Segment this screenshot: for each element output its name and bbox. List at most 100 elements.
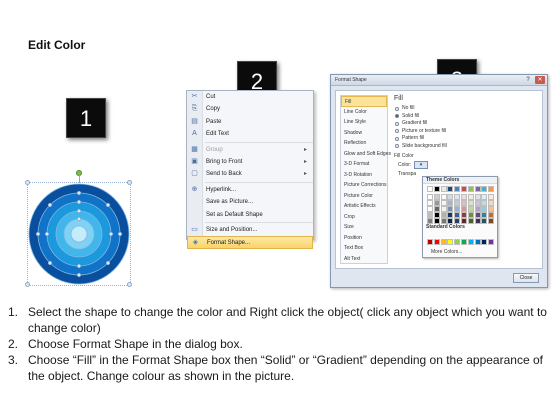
color-label: Color:	[398, 162, 412, 168]
close-button[interactable]: Close	[513, 273, 539, 283]
menu-item-label: Format Shape...	[207, 240, 251, 247]
theme-color-swatch[interactable]	[474, 218, 481, 224]
theme-color-swatch[interactable]	[481, 186, 488, 192]
menu-item-send-to-back[interactable]: ▢ Send to Back ▸	[187, 168, 313, 180]
menu-item-cut[interactable]: ✂ Cut	[187, 91, 313, 103]
concentric-circle-shape[interactable]	[24, 170, 132, 288]
radio-label: Slide background fill	[402, 142, 447, 149]
standard-color-swatch[interactable]	[474, 239, 481, 245]
standard-color-swatch[interactable]	[454, 239, 461, 245]
scissors-icon: ✂	[191, 93, 198, 100]
category-position[interactable]: Position	[341, 233, 387, 244]
radio-picture-or-texture-fill[interactable]: Picture or texture fill	[394, 128, 538, 136]
category-size[interactable]: Size	[341, 222, 387, 233]
submenu-arrow-icon: ▸	[303, 171, 307, 178]
theme-color-swatch[interactable]	[481, 218, 488, 224]
radio-slide-background-fill[interactable]: Slide background fill	[394, 143, 538, 151]
category-picture-color[interactable]: Picture Color	[341, 191, 387, 202]
dialog-title: Format Shape	[335, 77, 367, 83]
menu-item-paste[interactable]: ▤ Paste	[187, 116, 313, 128]
dialog-titlebar: Format Shape ? ✕	[331, 75, 547, 86]
menu-item-label: Send to Back	[206, 171, 242, 178]
theme-color-swatch[interactable]	[488, 186, 495, 192]
resize-handle-tr[interactable]	[127, 180, 132, 185]
menu-item-copy[interactable]: ⎘ Copy	[187, 103, 313, 115]
theme-color-swatch[interactable]	[467, 186, 474, 192]
menu-item-label: Copy	[206, 106, 221, 113]
menu-separator	[205, 141, 313, 143]
menu-item-label: Paste	[206, 118, 222, 125]
instruction-number: 2.	[8, 337, 19, 351]
menu-item-format-shape[interactable]: ◈ Format Shape...	[187, 236, 313, 249]
menu-item-size-and-position[interactable]: ▭ Size and Position...	[187, 224, 313, 236]
menu-item-edit-text[interactable]: A Edit Text	[187, 128, 313, 140]
standard-color-swatch[interactable]	[481, 239, 488, 245]
theme-color-swatch[interactable]	[447, 186, 454, 192]
theme-colors-title: Theme Colors	[423, 177, 497, 184]
instructions-list: 1. Select the shape to change the color a…	[8, 304, 553, 384]
theme-color-swatch[interactable]	[433, 186, 440, 192]
submenu-arrow-icon: ▸	[303, 146, 307, 153]
resize-handle-bl[interactable]	[25, 282, 30, 287]
theme-color-swatch[interactable]	[440, 186, 447, 192]
category-crop[interactable]: Crop	[341, 212, 387, 223]
group-icon: ▦	[191, 145, 198, 153]
menu-item-label: Cut	[206, 94, 216, 100]
category-fill[interactable]: Fill	[341, 96, 387, 107]
standard-color-swatch[interactable]	[488, 239, 495, 245]
theme-color-swatch[interactable]	[467, 218, 474, 224]
menu-item-label: Edit Text	[206, 131, 229, 138]
menu-item-hyperlink[interactable]: ⊕ Hyperlink...	[187, 184, 313, 196]
instruction-item: 2. Choose Format Shape in the dialog box.	[8, 336, 553, 352]
category-picture-corrections[interactable]: Picture Corrections	[341, 180, 387, 191]
color-picker-button[interactable]: ▾	[414, 161, 428, 169]
category-glow-and-soft-edges[interactable]: Glow and Soft Edges	[341, 149, 391, 160]
theme-color-swatch[interactable]	[427, 186, 433, 192]
radio-button-icon	[395, 106, 399, 111]
instruction-item: 3. Choose “Fill” in the Format Shape box …	[8, 352, 553, 384]
theme-color-swatch[interactable]	[488, 218, 495, 224]
edit-text-icon: A	[192, 130, 197, 138]
transparency-label: Transpa	[398, 171, 417, 177]
radio-pattern-fill[interactable]: Pattern fill	[394, 135, 538, 143]
more-colors-link[interactable]: More Colors...	[431, 249, 462, 255]
radio-solid-fill[interactable]: Solid fill	[394, 113, 538, 121]
resize-handle-tl[interactable]	[25, 180, 30, 185]
theme-color-swatch[interactable]	[454, 186, 461, 192]
standard-color-swatch[interactable]	[467, 239, 474, 245]
category-shadow[interactable]: Shadow	[341, 128, 387, 139]
category-3-d-rotation[interactable]: 3-D Rotation	[341, 170, 387, 181]
category-text-box[interactable]: Text Box	[341, 243, 387, 254]
color-row: Color: ▾	[394, 160, 538, 170]
help-button[interactable]: ?	[523, 76, 533, 84]
menu-item-label: Size and Position...	[206, 226, 258, 233]
menu-item-save-as-picture[interactable]: Save as Picture...	[187, 196, 313, 208]
standard-color-swatch[interactable]	[447, 239, 454, 245]
menu-separator	[205, 181, 313, 183]
theme-color-swatch[interactable]	[461, 186, 467, 192]
category-alt-text[interactable]: Alt Text	[341, 254, 387, 265]
category-artistic-effects[interactable]: Artistic Effects	[341, 201, 387, 212]
close-icon[interactable]: ✕	[535, 76, 545, 84]
instruction-text: Choose Format Shape in the dialog box.	[28, 337, 243, 351]
menu-item-bring-to-front[interactable]: ▣ Bring to Front ▸	[187, 156, 313, 168]
standard-color-swatch[interactable]	[427, 239, 433, 245]
standard-color-swatch[interactable]	[433, 239, 440, 245]
radio-no-fill[interactable]: No fill	[394, 105, 538, 113]
category-reflection[interactable]: Reflection	[341, 138, 387, 149]
menu-item-set-as-default-shape[interactable]: Set as Default Shape	[187, 209, 313, 221]
category-line-color[interactable]: Line Color	[341, 107, 387, 118]
radio-gradient-fill[interactable]: Gradient fill	[394, 120, 538, 128]
category-line-style[interactable]: Line Style	[341, 117, 387, 128]
theme-color-swatch[interactable]	[474, 186, 481, 192]
radio-button-icon	[395, 144, 399, 148]
category-3-d-format[interactable]: 3-D Format	[341, 159, 387, 170]
step-badge-1: 1	[66, 98, 106, 138]
resize-handle-br[interactable]	[127, 282, 132, 287]
radio-button-icon	[395, 136, 399, 141]
standard-color-swatch[interactable]	[461, 239, 467, 245]
standard-color-swatch[interactable]	[440, 239, 447, 245]
fill-color-label: Fill Color	[394, 153, 414, 159]
format-shape-icon: ◈	[192, 239, 199, 247]
instruction-number: 3.	[8, 353, 19, 367]
